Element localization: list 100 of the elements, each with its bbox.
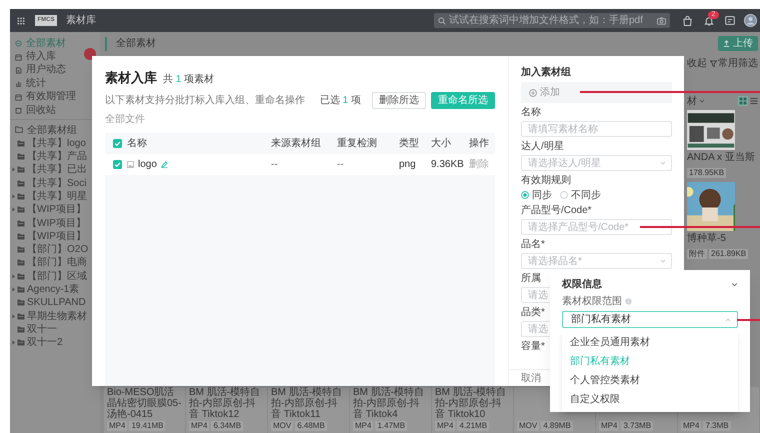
sidebar-item[interactable]: 回收站 — [10, 104, 100, 118]
page-title: 全部素材 — [116, 36, 156, 51]
folder-icon — [17, 299, 25, 306]
file-info: 7.3MB — [703, 421, 731, 431]
file-info: 19.41MB — [129, 421, 166, 431]
card-title: BM 肌活-模特自拍-内部原创-抖音 Tiktok12 — [189, 387, 262, 420]
card-title: Bio-MESO肌活晶钻密切眼膜05-汤艳-0415 — [107, 387, 182, 420]
input-field[interactable]: 请填写素材名称 — [521, 121, 672, 137]
folder-icon — [17, 192, 25, 200]
collapse-link[interactable]: 收起 — [687, 56, 707, 70]
table-cell-text: -- — [271, 158, 279, 172]
sidebar-item[interactable]: 待入库 — [10, 50, 100, 64]
select-field[interactable]: 请选择达人/明星 — [521, 155, 672, 171]
checkbox[interactable] — [113, 138, 122, 148]
panel-title: 权限信息 — [562, 278, 603, 292]
caret-icon[interactable] — [11, 340, 16, 346]
add-button[interactable]: 添加 — [521, 82, 672, 103]
sidebar-item[interactable]: 统计 — [10, 77, 100, 91]
radio-label: 不同步 — [571, 188, 601, 202]
tree-item[interactable]: 【WIP项目】 — [10, 203, 100, 216]
tree-item[interactable]: 【共享】Soci — [10, 176, 100, 190]
info-icon — [625, 298, 632, 305]
folder-icon — [17, 259, 25, 266]
chevron-down-icon — [660, 258, 666, 264]
calendar-icon — [15, 54, 22, 61]
folder-outline-icon — [15, 126, 23, 134]
upload-icon — [723, 40, 730, 47]
tree-label: SKULLPAND — [27, 296, 86, 310]
folder-icon — [17, 286, 25, 294]
delete-link[interactable]: 删除 — [469, 156, 495, 172]
caret-icon[interactable] — [11, 194, 16, 199]
tree-item[interactable]: 【WIP项目】 — [10, 230, 100, 244]
file-info: MP4 — [189, 421, 210, 431]
tree-item[interactable]: 【部门】区域 — [10, 270, 100, 283]
sidebar-item-label: 全部素材 — [26, 38, 66, 50]
column-header: 操作 — [469, 136, 490, 150]
column-header: 重复检测 — [337, 136, 378, 150]
tree-label: Agency-1素 — [27, 282, 80, 298]
bell-icon[interactable] — [704, 16, 714, 26]
select-field[interactable]: 部门私有素材 — [562, 311, 738, 328]
column-header: 名称 — [127, 136, 148, 150]
search-icon — [438, 16, 446, 24]
rename-button[interactable]: 重命名所选 — [431, 92, 495, 108]
folder-icon — [17, 312, 25, 320]
select-field[interactable]: 请选择品名* — [521, 253, 672, 269]
tree-item[interactable]: 【部门】电商 — [10, 256, 100, 270]
apps-grid-icon[interactable] — [17, 16, 25, 24]
tree-item[interactable]: 【WIP项目】 — [10, 216, 100, 230]
sidebar-item[interactable]: 用户动态 — [10, 64, 100, 78]
tree-item[interactable]: SKULLPAND — [10, 296, 100, 310]
radio-button[interactable] — [521, 191, 529, 199]
bar-chart-icon — [15, 80, 22, 88]
dropdown-option[interactable]: 个人管控类素材 — [562, 371, 738, 390]
tree-item[interactable]: 【共享】产品 — [10, 150, 100, 164]
search-field[interactable]: 试试在搜索词中增加文件格式，如：手册pdf — [434, 13, 670, 28]
sidebar-item-label: 用户动态 — [26, 64, 66, 76]
tree-item[interactable]: 【共享】已出 — [10, 163, 100, 177]
file-info: 4.89MB — [541, 421, 573, 431]
filter-button[interactable]: 常用筛选 — [710, 56, 758, 70]
upload-button[interactable]: 上传 — [718, 36, 758, 51]
select-field[interactable]: 请选择产品型号/Code* — [521, 219, 672, 235]
tree-item[interactable]: 【共享】明星 — [10, 190, 100, 204]
dropdown-option[interactable]: 企业全员通用素材 — [562, 333, 738, 352]
delete-button[interactable]: 删除所选 — [372, 92, 426, 108]
card-title: 博种草-5 — [687, 233, 727, 245]
folder-icon — [17, 326, 25, 333]
chevron-down-icon[interactable] — [731, 280, 738, 288]
tree-item[interactable]: Agency-1素 — [10, 282, 100, 296]
tree-item[interactable]: 【部门】O2O — [10, 243, 100, 256]
radio-button[interactable] — [560, 191, 568, 199]
tree-item[interactable]: 双十一2 — [10, 336, 100, 350]
list-view-icon[interactable] — [750, 97, 758, 105]
dropdown-option[interactable]: 部门私有素材 — [562, 352, 738, 371]
camera-icon[interactable] — [657, 16, 666, 24]
screen-icon[interactable] — [725, 16, 735, 25]
tree-item[interactable]: 【共享】logo — [10, 136, 100, 150]
caret-icon[interactable] — [11, 207, 16, 212]
caret-icon[interactable] — [11, 274, 16, 279]
plus-circle-icon — [529, 88, 537, 96]
dropdown-option[interactable]: 自定义权限 — [562, 390, 738, 409]
sidebar-item[interactable]: 全部素材 — [10, 37, 100, 50]
sidebar-item[interactable]: 有效期管理 — [10, 90, 100, 104]
tree-root-item[interactable]: 全部素材组 — [10, 123, 100, 137]
avatar[interactable] — [744, 14, 757, 27]
sort-dropdown[interactable]: 材 — [687, 94, 705, 108]
column-header: 大小 — [431, 136, 452, 150]
tree-item[interactable]: 双十一 — [10, 322, 100, 336]
edit-icon[interactable] — [160, 160, 168, 168]
checkbox[interactable] — [113, 160, 122, 168]
caret-icon[interactable] — [11, 314, 16, 319]
dialog-title: 素材入库 — [105, 69, 157, 87]
grid-view-icon[interactable] — [738, 96, 748, 106]
file-info: MP4 — [435, 421, 456, 431]
caret-icon[interactable] — [11, 287, 16, 292]
bag-icon[interactable] — [683, 16, 692, 26]
caret-icon[interactable] — [11, 167, 16, 172]
cancel-button[interactable]: 取消 — [521, 370, 541, 386]
tree-item[interactable]: 早期生物素材 — [10, 310, 100, 323]
sidebar-item-label: 有效期管理 — [26, 91, 76, 104]
app-title: 素材库 — [66, 14, 96, 28]
